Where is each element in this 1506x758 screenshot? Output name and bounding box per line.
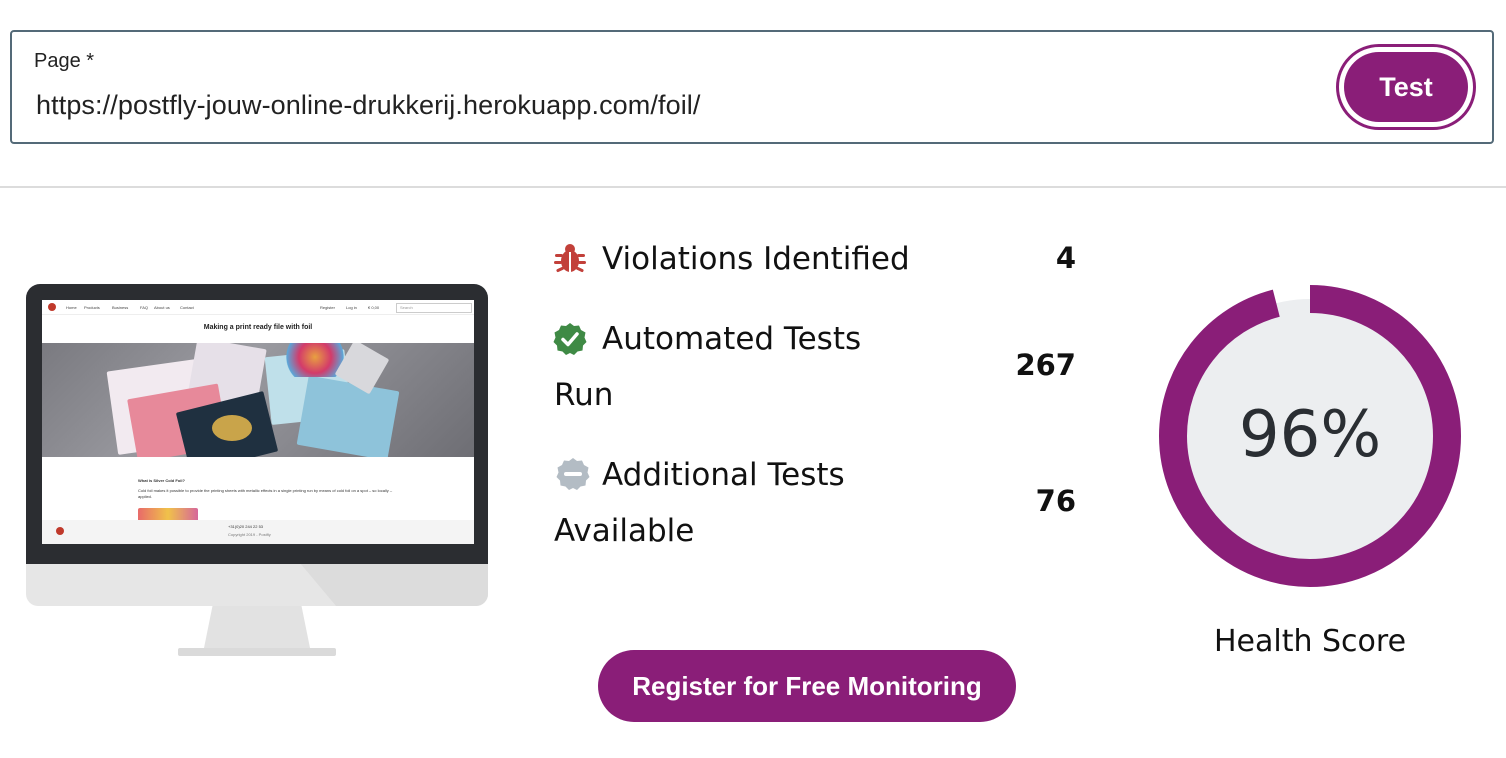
automated-tests-value: 267: [1015, 348, 1076, 382]
monitor-stand: [204, 606, 310, 648]
preview-section-heading: What is Silver Cold Foil?: [138, 478, 185, 483]
bug-icon: [554, 244, 586, 273]
preview-logo-icon: [48, 303, 56, 311]
health-score-value: 96%: [1238, 398, 1382, 472]
preview-footer: +31(0)20 244 22 53 Copyright 2019 - Post…: [42, 520, 474, 544]
url-input[interactable]: https://postfly-jouw-online-drukkerij.he…: [36, 90, 701, 121]
preview-footer-copyright: Copyright 2019 - Postfly: [228, 532, 271, 537]
preview-search-box: Search: [396, 303, 472, 313]
violations-label: Violations Identified: [602, 241, 910, 277]
preview-nav-item: FAQ: [140, 305, 149, 310]
preview-nav-item: Home: [66, 305, 77, 310]
additional-tests-label: Additional Tests Available: [554, 457, 845, 549]
preview-nav-item: Register: [320, 305, 335, 310]
section-divider: [0, 186, 1506, 188]
preview-nav-item: Contact: [180, 305, 194, 310]
preview-footer-phone: +31(0)20 244 22 53: [228, 524, 264, 529]
site-preview-monitor: Home Products Business FAQ About us Cont…: [26, 284, 488, 656]
preview-hero-image: [42, 343, 474, 457]
preview-page-title: Making a print ready file with foil: [203, 324, 313, 331]
preview-nav-item: € 0,00: [368, 305, 380, 310]
preview-nav-item: Business: [112, 305, 129, 310]
preview-navbar: Home Products Business FAQ About us Cont…: [42, 300, 474, 315]
monitor-stand-base: [178, 648, 336, 656]
additional-tests-value: 76: [1035, 484, 1076, 518]
monitor-chin: [26, 564, 488, 606]
preview-section-text: Cold foil makes it possible to provide t…: [138, 488, 393, 499]
test-button-label: Test: [1344, 52, 1468, 122]
preview-nav-item: Log in: [346, 305, 357, 310]
test-button[interactable]: Test: [1336, 44, 1476, 130]
register-monitoring-button[interactable]: Register for Free Monitoring: [598, 650, 1016, 722]
health-score-label: Health Score: [1213, 624, 1407, 659]
preview-screenshot: Home Products Business FAQ About us Cont…: [42, 300, 474, 544]
preview-footer-logo-icon: [56, 527, 64, 535]
url-field-label: Page *: [34, 50, 95, 72]
violations-value: 4: [1055, 241, 1076, 275]
automated-tests-label: Automated Tests Run: [554, 321, 862, 413]
preview-search-placeholder: Search: [400, 305, 413, 310]
preview-nav-item: About us: [154, 305, 170, 310]
url-form: Page * https://postfly-jouw-online-drukk…: [10, 30, 1494, 144]
preview-nav-item: Products: [84, 305, 100, 310]
